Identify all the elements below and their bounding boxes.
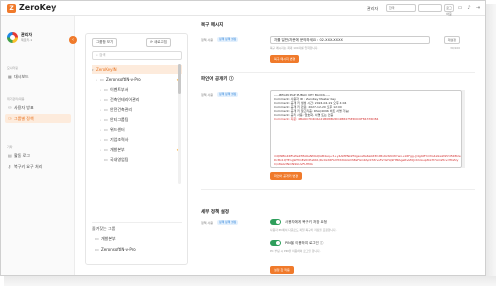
logout-text-button[interactable]: 로그아웃 <box>444 4 454 16</box>
chevron-down-icon[interactable]: ▾ <box>53 6 55 11</box>
avatar[interactable] <box>7 32 18 43</box>
sidebar-item-label: 활동 로그 <box>14 153 30 158</box>
pgp-key-body: mQINBGKRFLWe2fMA6eNMAQIAB4aq+3+y4AMPNkZf… <box>274 154 461 166</box>
favorite-label: ZeronsoftIN-v-Pro <box>101 247 136 252</box>
toggle1-sub: 사용자 PC에서 다운로드 파일 복구키 저장을 요청합니다. <box>270 228 337 232</box>
divider <box>201 72 475 73</box>
recovery-message-input[interactable]: 자를 일반/자문에 문의하세요 : 02-XXX-XXXX <box>270 36 430 44</box>
pgp-row-label: 정책 사용 <box>201 93 213 97</box>
top-search-input[interactable] <box>418 4 442 12</box>
tree-node[interactable]: › ▭ 이벤트부서 <box>92 85 182 94</box>
policy-content: 복구 메시지 정책 사용 정책 정책 설정 자를 일반/자문에 문의하세요 : … <box>201 18 475 275</box>
tree-node-label: 이벤트부서 <box>110 87 129 92</box>
tree-node[interactable]: › ▭ 위드센터 <box>92 125 182 134</box>
toggle-pin-login[interactable] <box>270 240 281 246</box>
screen-frame: Z ZeroKey ▾ 관리자 한국 로그아웃 ▭ ♪ ⇥ 관리자 제로키-1 … <box>0 0 496 286</box>
pgp-apply-button[interactable]: 파인어 공개키 변경 <box>270 172 302 180</box>
brand-name[interactable]: ZeroKey <box>19 3 56 12</box>
sidebar-item-recovery-key[interactable]: ⚷ 복구키 요구 처리 <box>5 162 71 171</box>
monitor-icon[interactable]: ▭ <box>457 5 463 11</box>
tree-node[interactable]: › ▭ 기업조력사 <box>92 135 182 144</box>
toggle1-label: 사용자에게 복구키 저장 요청 <box>285 220 327 224</box>
brand-logo-icon[interactable]: Z <box>7 4 16 13</box>
section-title-management: 위기관리/대응 <box>7 97 25 101</box>
tree-node[interactable]: ›▭개발본부★ <box>92 145 182 154</box>
recovery-count: 39/100 <box>450 46 460 50</box>
search-placeholder: 검색 <box>99 53 106 57</box>
tree-node[interactable]: ▭ 국내영업팀 <box>92 155 182 164</box>
divider <box>92 222 182 223</box>
section-title-monitoring: 모니터링 <box>7 66 19 70</box>
recovery-title: 복구 메시지 <box>201 23 224 28</box>
recovery-apply-button[interactable]: 복구 메시지 변경 <box>270 55 300 63</box>
pgp-comment-fingerprint: Comment: 지문: 4BA6C7D4C6A21B08IB2DC4B8475… <box>274 117 379 121</box>
tree-node-label: 안전건축관리 <box>110 107 133 112</box>
frame-shadow-bottom <box>4 276 496 286</box>
toggle-recovery-key-request[interactable] <box>270 219 281 225</box>
tree-node-label: 건축인테리어관리 <box>110 97 140 102</box>
left-sidebar: 관리자 제로키-1 ‹ 모니터링 ▦ 대시보드 위기관리/대응 ⚇ 사용자 방표 ⚆… <box>1 16 77 275</box>
sidebar-item-label: 대시보드 <box>14 74 29 79</box>
logout-icon[interactable]: ⇥ <box>475 5 481 11</box>
sidebar-item-activity-log[interactable]: ▤ 활동 로그 <box>5 151 71 160</box>
tree-node-label: ZeronsoftIN-v-Pro <box>106 77 141 82</box>
tree-node-label: 국내영업팀 <box>110 157 129 162</box>
refresh-label: 새로고침 <box>154 40 167 44</box>
favorites-title: 즐겨찾는 그룹 <box>92 226 116 231</box>
section-title-etc: 기타 <box>7 145 13 149</box>
app-window: Z ZeroKey ▾ 관리자 한국 로그아웃 ▭ ♪ ⇥ 관리자 제로키-1 … <box>0 0 486 276</box>
tree-scroll-thumb[interactable] <box>178 64 181 94</box>
divider <box>201 189 475 190</box>
recovery-reset-button[interactable]: 재설정 <box>443 36 460 44</box>
group-tree-panel: 그룹함 보기 ⟳ 새로고침 ⌕ 검색 ▾ ZeroKeyIN › ▭ Zeronsof… <box>85 33 188 265</box>
toggle2-label: PIN을 이용하여 로그인 ⓘ <box>285 241 324 245</box>
favorite-label: 개발본부 <box>101 236 116 241</box>
sidebar-item-users[interactable]: ⚇ 사용자 방표 <box>5 103 71 112</box>
toggle2-sub: PC 부팅 시 PIN을 이용하여 로그인 합니다. <box>270 249 321 253</box>
recovery-badge: 정책 정책 설정 <box>217 37 239 42</box>
admin-menu[interactable]: 관리자 <box>367 6 378 12</box>
pgp-key-textarea[interactable]: -----BEGIN PGP PUBLIC KEY BLOCK----- Com… <box>270 90 462 168</box>
pgp-scrollbar[interactable] <box>462 90 465 168</box>
tree-node-root[interactable]: ▾ ZeroKeyIN <box>92 65 182 74</box>
sidebar-item-group-policy[interactable]: ⚆ 그룹별 정책 <box>5 114 71 123</box>
tree-search-input[interactable]: ⌕ 검색 <box>92 51 182 60</box>
recovery-row-label: 정책 사용 <box>201 38 213 42</box>
tree-node-label: 기업조력사 <box>110 137 129 142</box>
user-subtitle: 제로키-1 <box>21 38 33 42</box>
security-row-label: 정책 사용 <box>201 221 213 225</box>
sidebar-item-label: 그룹별 정책 <box>14 116 34 121</box>
recovery-help: 복구 메시지는 최대 100자를 입력합니다. <box>270 46 319 50</box>
security-title: 세부 정책 설정 <box>201 210 229 215</box>
bell-icon[interactable]: ♪ <box>466 5 472 11</box>
sidebar-item-label: 사용자 방표 <box>14 105 34 110</box>
tree-scrollbar[interactable] <box>178 64 181 184</box>
sidebar-item-dashboard[interactable]: ▦ 대시보드 <box>5 72 71 81</box>
frame-shadow-right <box>486 4 496 286</box>
tree-node-label: 안티그룹팀 <box>110 117 129 122</box>
favorite-item[interactable]: ▭ 개발본부 <box>92 234 182 243</box>
tree-node-label: 개발본부 <box>110 147 125 152</box>
top-bar: Z ZeroKey ▾ 관리자 한국 로그아웃 ▭ ♪ ⇥ <box>1 1 485 16</box>
group-view-button[interactable]: 그룹함 보기 <box>92 38 118 47</box>
toggle-knob <box>276 241 280 245</box>
pgp-badge: 정책 정책 설정 <box>217 92 239 97</box>
tree-node[interactable]: ›▭ZeronsoftIN-v-Pro★ <box>92 75 182 84</box>
tree-node-label: ZeroKeyIN <box>96 67 117 72</box>
tree-node[interactable]: › ▭ 안전건축관리 <box>92 105 182 114</box>
refresh-button[interactable]: ⟳ 새로고침 <box>146 38 171 47</box>
sidebar-item-label: 복구키 요구 처리 <box>14 164 43 169</box>
tree-node-label: 위드센터 <box>110 127 125 132</box>
security-badge: 정책 정책 설정 <box>217 220 239 225</box>
sidebar-collapse-button[interactable]: ‹ <box>69 36 77 44</box>
tree-node[interactable]: › ▭ 건축인테리어관리 <box>92 95 182 104</box>
toggle-knob <box>276 220 280 224</box>
favorite-item[interactable]: ▭ ZeronsoftIN-v-Pro <box>92 245 182 254</box>
avatar-hole <box>10 35 15 40</box>
language-select[interactable]: 한국 <box>386 4 416 12</box>
pgp-title: 파인어 공개키 ⓘ <box>201 77 234 82</box>
tree-node[interactable]: › ▭ 안티그룹팀 <box>92 115 182 124</box>
security-apply-button[interactable]: 설정 값 적용 <box>270 266 294 274</box>
